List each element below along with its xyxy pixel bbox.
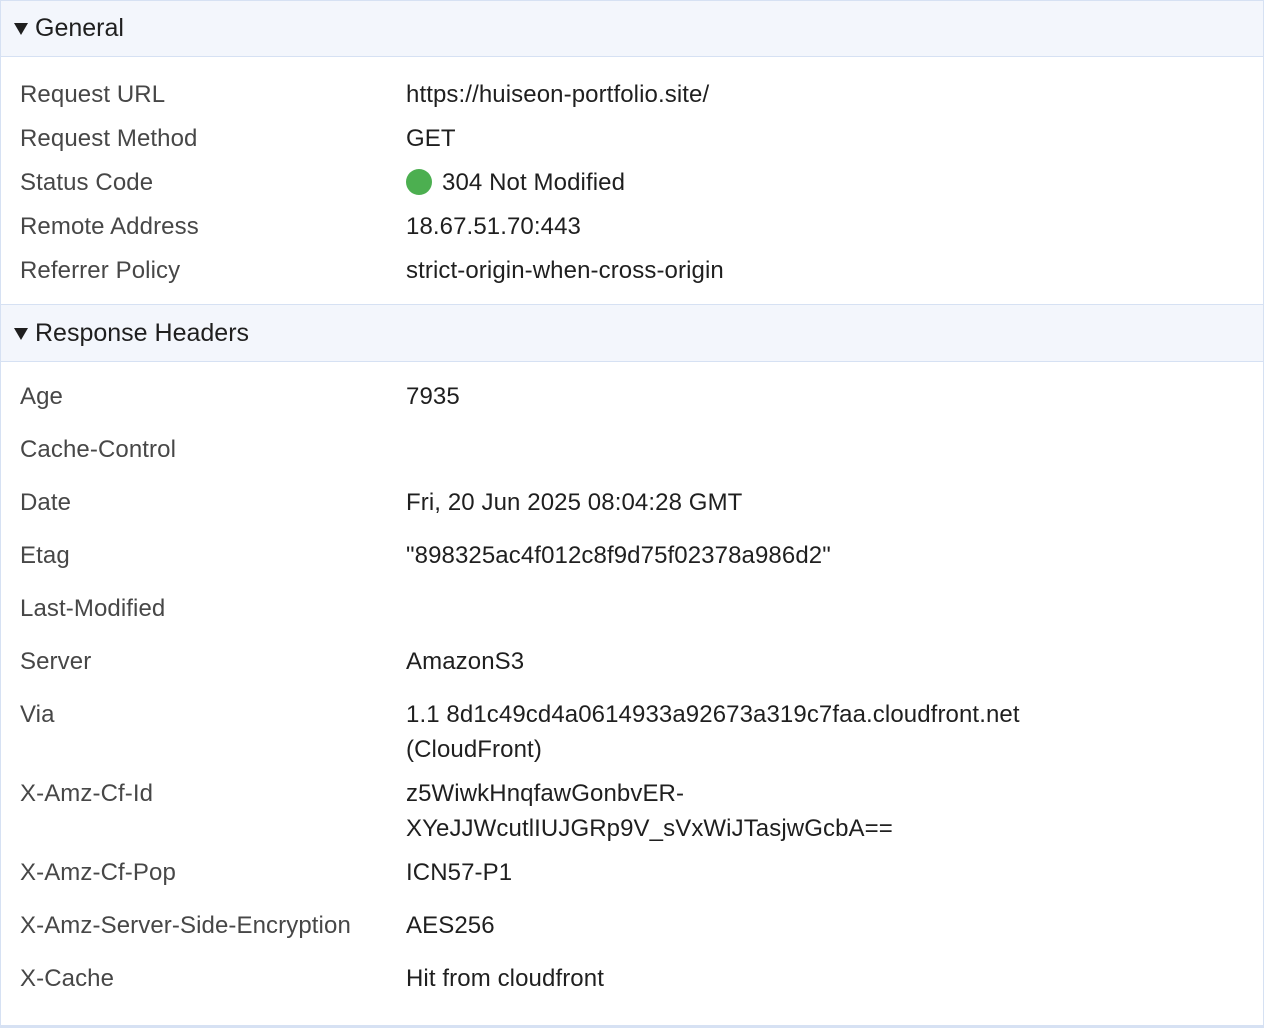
response-row-server: Server AmazonS3 <box>1 644 1263 697</box>
header-value: ICN57-P1 <box>406 859 513 886</box>
expand-triangle-icon[interactable] <box>14 327 28 340</box>
header-key: X-Amz-Cf-Pop <box>20 859 176 886</box>
header-value: strict-origin-when-cross-origin <box>406 256 724 284</box>
header-key: Status Code <box>20 168 154 196</box>
header-key: Last-Modified <box>20 595 166 622</box>
response-row-x-amz-cf-pop: X-Amz-Cf-Pop ICN57-P1 <box>1 855 1263 908</box>
header-value: GET <box>406 124 456 152</box>
general-row-status-code: Status Code 304 Not Modified <box>1 160 1263 204</box>
section-title-response-headers: Response Headers <box>35 318 250 347</box>
header-key: Request URL <box>20 80 166 108</box>
header-value: 7935 <box>406 383 460 410</box>
header-value: Hit from cloudfront <box>406 965 604 992</box>
header-key: Remote Address <box>20 212 199 240</box>
general-section-header[interactable]: General <box>1 1 1263 57</box>
section-title-general: General <box>35 14 124 42</box>
header-key: X-Amz-Cf-Id <box>20 780 154 807</box>
header-key: Age <box>20 383 64 410</box>
header-value: AES256 <box>406 912 495 939</box>
response-header-rows: Age 7935 Cache-Control Date Fri, 20 Jun … <box>1 362 1263 1014</box>
status-code-value: 304 Not Modified <box>406 165 625 200</box>
header-value: z5WiwkHnqfawGonbvER-XYeJJWcutlIUJGRp9V_s… <box>406 780 893 842</box>
response-row-via: Via 1.1 8d1c49cd4a0614933a92673a319c7faa… <box>1 697 1263 776</box>
response-row-date: Date Fri, 20 Jun 2025 08:04:28 GMT <box>1 485 1263 538</box>
header-key: Via <box>20 701 55 728</box>
header-key: Referrer Policy <box>20 256 181 284</box>
headers-panel: General Request URL https://huiseon-port… <box>0 0 1264 1028</box>
general-rows: Request URL https://huiseon-portfolio.si… <box>1 57 1263 304</box>
general-row-request-url: Request URL https://huiseon-portfolio.si… <box>1 72 1263 116</box>
response-row-last-modified: Last-Modified <box>1 591 1263 644</box>
general-row-request-method: Request Method GET <box>1 116 1263 160</box>
response-row-etag: Etag "898325ac4f012c8f9d75f02378a986d2" <box>1 538 1263 591</box>
status-ok-dot-icon <box>406 169 432 195</box>
status-code-text: 304 Not Modified <box>442 168 626 196</box>
header-value: "898325ac4f012c8f9d75f02378a986d2" <box>406 542 831 569</box>
header-value: https://huiseon-portfolio.site/ <box>406 80 710 108</box>
header-key: Etag <box>20 542 70 569</box>
header-value: 1.1 8d1c49cd4a0614933a92673a319c7faa.clo… <box>406 701 1020 763</box>
expand-triangle-icon[interactable] <box>14 23 28 35</box>
response-row-x-amz-server-side-encryption: X-Amz-Server-Side-Encryption AES256 <box>1 908 1263 961</box>
header-key: Server <box>20 648 92 675</box>
response-row-cache-control: Cache-Control <box>1 432 1263 485</box>
general-row-remote-address: Remote Address 18.67.51.70:443 <box>1 204 1263 248</box>
response-headers-section-header[interactable]: Response Headers <box>1 304 1263 362</box>
header-key: Request Method <box>20 124 198 152</box>
header-value: Fri, 20 Jun 2025 08:04:28 GMT <box>406 489 743 516</box>
header-value: AmazonS3 <box>406 648 525 675</box>
response-row-age: Age 7935 <box>1 379 1263 432</box>
header-key: X-Amz-Server-Side-Encryption <box>20 912 351 939</box>
header-value: 18.67.51.70:443 <box>406 212 581 240</box>
response-row-x-cache: X-Cache Hit from cloudfront <box>1 961 1263 1014</box>
header-key: X-Cache <box>20 965 115 992</box>
response-row-x-amz-cf-id: X-Amz-Cf-Id z5WiwkHnqfawGonbvER-XYeJJWcu… <box>1 776 1263 855</box>
header-key: Date <box>20 489 72 516</box>
general-row-referrer-policy: Referrer Policy strict-origin-when-cross… <box>1 248 1263 292</box>
header-key: Cache-Control <box>20 436 177 463</box>
